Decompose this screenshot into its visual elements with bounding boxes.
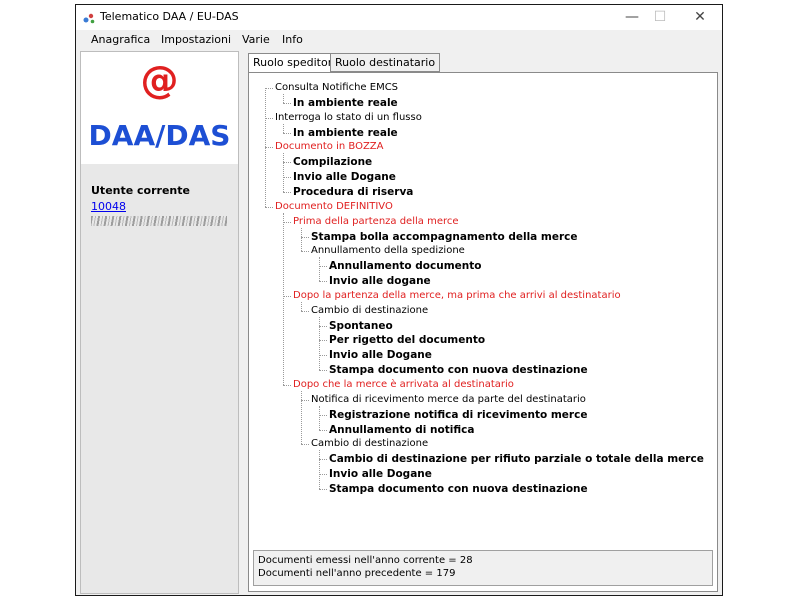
tree-node[interactable]: Cambio di destinazione <box>311 305 428 317</box>
tree-node[interactable]: Stampa bolla accompagnamento della merce <box>311 231 578 243</box>
tree-node[interactable]: Cambio di destinazione <box>311 438 428 450</box>
tree-node[interactable]: Per rigetto del documento <box>329 334 485 346</box>
tree-node[interactable]: Stampa documento con nuova destinazione <box>329 483 588 495</box>
tree-node[interactable]: Invio alle Dogane <box>329 468 432 480</box>
tree-connector <box>319 450 320 489</box>
tree-connector <box>283 132 291 134</box>
tree-connector <box>283 94 284 103</box>
close-button[interactable]: ✕ <box>680 5 720 30</box>
app-icon <box>83 13 95 24</box>
logo-text: DAA/DAS <box>88 119 231 152</box>
tree-node[interactable]: In ambiente reale <box>293 127 398 139</box>
tree-node[interactable]: Annullamento documento <box>329 260 481 272</box>
app-window: Telematico DAA / EU-DAS — ☐ ✕ Anagrafica… <box>75 4 723 596</box>
tree-node[interactable]: Stampa documento con nuova destinazione <box>329 364 588 376</box>
maximize-button[interactable]: ☐ <box>640 5 680 30</box>
tree-connector <box>319 405 320 430</box>
tree-connector <box>319 281 327 283</box>
tree-connector <box>319 257 320 282</box>
tree-connector <box>265 206 273 208</box>
tree-connector <box>319 370 327 372</box>
menu-varie[interactable]: Varie <box>242 33 270 46</box>
tree-node[interactable]: Invio alle Dogane <box>293 171 396 183</box>
tree-connector <box>319 316 320 371</box>
main-area: Ruolo speditore Ruolo destinatario Consu… <box>243 51 720 594</box>
tree-connector <box>301 399 309 401</box>
status-previous-year: Documenti nell'anno precedente = 179 <box>258 568 456 579</box>
tree-node[interactable]: Documento DEFINITIVO <box>275 201 393 213</box>
menu-anagrafica[interactable]: Anagrafica <box>91 33 150 46</box>
tree-node[interactable]: Documento in BOZZA <box>275 141 384 153</box>
tree-connector <box>283 123 284 133</box>
tree-connector <box>319 474 327 476</box>
tree-node[interactable]: Notifica di ricevimento merce da parte d… <box>311 394 586 406</box>
tree-node[interactable]: Cambio di destinazione per rifiuto parzi… <box>329 453 704 465</box>
tree-connector <box>283 162 291 164</box>
tree-node[interactable]: Invio alle Dogane <box>329 349 432 361</box>
menu-info[interactable]: Info <box>282 33 303 46</box>
tree-connector <box>265 88 273 89</box>
tree-node[interactable]: Spontaneo <box>329 320 393 332</box>
status-current-year: Documenti emessi nell'anno corrente = 28 <box>258 555 473 566</box>
menu-impostazioni[interactable]: Impostazioni <box>161 33 231 46</box>
at-logo-icon: @ <box>140 58 179 102</box>
tree-node[interactable]: Interroga lo stato di un flusso <box>275 112 422 124</box>
tree-connector <box>319 429 327 431</box>
title-bar[interactable]: Telematico DAA / EU-DAS — ☐ ✕ <box>76 5 722 30</box>
window-title: Telematico DAA / EU-DAS <box>100 10 239 23</box>
tree-node[interactable]: In ambiente reale <box>293 97 398 109</box>
tree-connector <box>265 117 273 119</box>
tree-node[interactable]: Dopo la partenza della merce, ma prima c… <box>293 290 621 302</box>
tree-node[interactable]: Registrazione notifica di ricevimento me… <box>329 409 587 421</box>
tree-node[interactable]: Prima della partenza della merce <box>293 216 459 228</box>
current-user-label: Utente corrente <box>91 184 190 197</box>
tree-node[interactable]: Annullamento di notifica <box>329 424 474 436</box>
tree-connector <box>283 177 291 179</box>
sidebar: @ DAA/DAS Utente corrente 10048 <box>80 51 239 594</box>
tree-node[interactable]: Invio alle dogane <box>329 275 431 287</box>
menu-bar: Anagrafica Impostazioni Varie Info <box>76 30 722 50</box>
menu-tree: Consulta Notifiche EMCS In ambiente reale… <box>249 73 717 543</box>
tree-connector <box>265 88 266 207</box>
tree-connector <box>319 266 327 268</box>
tree-connector <box>283 385 291 386</box>
tree-node[interactable]: Consulta Notifiche EMCS <box>275 82 398 94</box>
tree-connector <box>283 153 284 192</box>
tree-connector <box>319 414 327 416</box>
tree-connector <box>319 459 327 461</box>
redacted-user-info <box>91 216 227 226</box>
tree-connector <box>319 355 327 357</box>
status-box: Documenti emessi nell'anno corrente = 28… <box>253 550 713 586</box>
tree-connector <box>319 488 327 490</box>
tree-node[interactable]: Dopo che la merce è arrivata al destinat… <box>293 379 514 391</box>
logo: @ DAA/DAS <box>81 52 238 164</box>
tree-connector <box>301 310 309 312</box>
tree-connector <box>319 325 327 327</box>
tree-node[interactable]: Annullamento della spedizione <box>311 245 465 257</box>
tree-connector <box>283 212 284 385</box>
tree-connector <box>283 295 291 297</box>
tree-connector <box>301 444 309 446</box>
tree-node[interactable]: Compilazione <box>293 156 372 168</box>
tab-panel: Consulta Notifiche EMCS In ambiente reale… <box>248 72 718 592</box>
current-user-link[interactable]: 10048 <box>91 200 126 213</box>
tree-connector <box>301 391 302 445</box>
tree-connector <box>319 340 327 342</box>
tree-node[interactable]: Procedura di riserva <box>293 186 413 198</box>
tree-connector <box>301 236 309 238</box>
tree-connector <box>301 251 309 253</box>
tree-connector <box>283 102 291 104</box>
tree-connector <box>265 147 273 149</box>
tree-connector <box>283 221 291 223</box>
tab-ruolo-destinatario[interactable]: Ruolo destinatario <box>330 53 441 72</box>
tree-connector <box>301 301 302 311</box>
tree-connector <box>301 227 302 252</box>
tree-connector <box>283 191 291 193</box>
